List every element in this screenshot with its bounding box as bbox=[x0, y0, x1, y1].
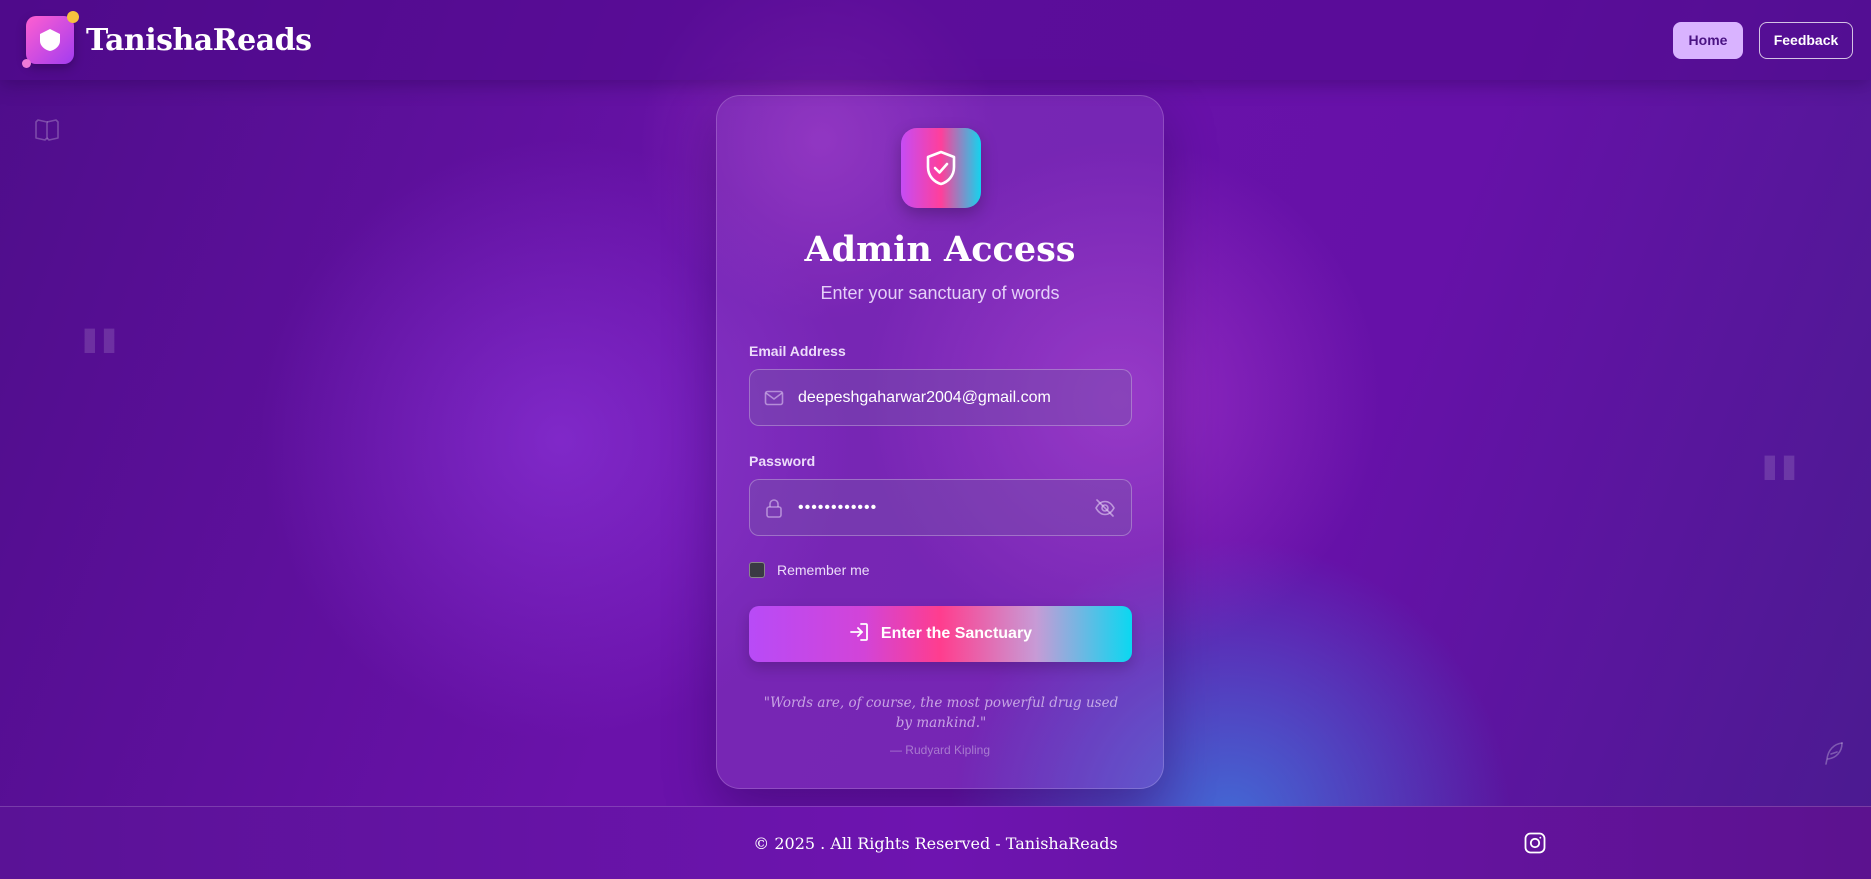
remember-me[interactable]: Remember me bbox=[749, 562, 870, 578]
email-input[interactable] bbox=[798, 388, 1117, 407]
password-label: Password bbox=[749, 453, 816, 469]
shield-logo-icon bbox=[22, 11, 79, 68]
page-subtitle: Enter your sanctuary of words bbox=[820, 283, 1060, 303]
email-label: Email Address bbox=[749, 343, 846, 359]
logo-accent-dot bbox=[22, 59, 31, 68]
password-input[interactable] bbox=[798, 498, 1079, 517]
password-field[interactable] bbox=[749, 479, 1132, 536]
eye-off-icon[interactable] bbox=[1093, 496, 1117, 520]
quote-text: "Words are, of course, the most powerful… bbox=[763, 695, 1119, 731]
feedback-button[interactable]: Feedback bbox=[1759, 21, 1853, 59]
shield-check-icon bbox=[901, 128, 981, 208]
quote-icon: " bbox=[76, 310, 123, 416]
logo-badge-dot bbox=[67, 11, 79, 23]
top-navbar: TanishaReads Home Feedback bbox=[0, 0, 1871, 80]
submit-label: Enter the Sanctuary bbox=[880, 625, 1033, 642]
footer: © 2025 . All Rights Reserved - TanishaRe… bbox=[0, 806, 1871, 879]
submit-button[interactable]: Enter the Sanctuary bbox=[749, 606, 1132, 662]
brand[interactable]: TanishaReads bbox=[22, 11, 312, 68]
quote-icon: " bbox=[1756, 437, 1803, 543]
lock-icon bbox=[764, 498, 784, 518]
brand-name: TanishaReads bbox=[86, 22, 312, 58]
page-title: Admin Access bbox=[804, 229, 1076, 270]
email-field[interactable] bbox=[749, 369, 1132, 426]
main-nav: Home Feedback bbox=[1673, 21, 1853, 59]
copyright-text: © 2025 . All Rights Reserved - TanishaRe… bbox=[753, 834, 1118, 853]
home-button[interactable]: Home bbox=[1673, 21, 1743, 59]
open-book-icon bbox=[34, 118, 60, 147]
envelope-icon bbox=[764, 388, 784, 408]
instagram-icon[interactable] bbox=[1524, 832, 1546, 854]
feather-icon bbox=[1822, 740, 1846, 771]
remember-checkbox[interactable] bbox=[749, 562, 765, 578]
login-icon bbox=[849, 622, 869, 647]
quote-author: — Rudyard Kipling bbox=[889, 743, 991, 757]
remember-label: Remember me bbox=[777, 562, 870, 578]
login-card: Admin Access Enter your sanctuary of wor… bbox=[716, 95, 1164, 789]
